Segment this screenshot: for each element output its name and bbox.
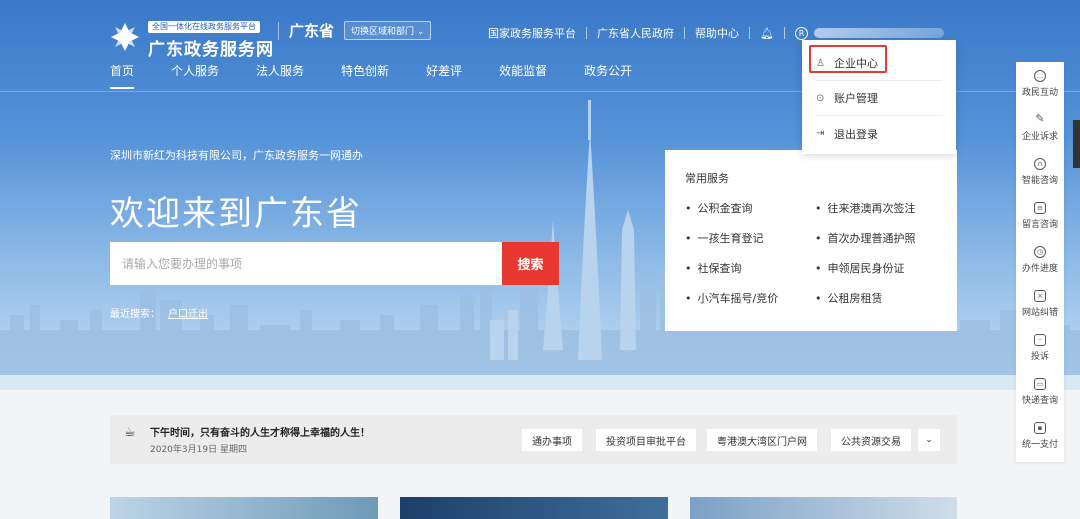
menu-item-logout[interactable]: ⇥ 退出登录 [816,116,942,151]
service-link[interactable]: 社保查询 [685,260,815,276]
toolbar-label: 政民互动 [1021,88,1058,98]
feature-card[interactable] [110,497,378,519]
site-logo[interactable]: 全国一体化在线政务服务平台 广东政务服务网 [108,14,274,60]
nav-home[interactable]: 首页 [110,62,135,89]
main-nav: 首页 个人服务 法人服务 特色创新 好差评 效能监督 政务公开 [110,62,669,89]
menu-item-label: 账户管理 [834,92,878,105]
search-button[interactable]: 搜索 [502,242,559,285]
edit-icon: ✎ [1035,112,1045,125]
recent-searches: 最近搜索： 户口迁出 [110,305,208,320]
toolbar-item-message[interactable]: ≡ 留言咨询 [1016,194,1064,238]
notice-message: 下午时间，只有奋斗的人生才称得上幸福的人生！ [150,428,370,439]
service-link[interactable]: 首次办理普通护照 [815,230,945,246]
coffee-cup-icon: ☕︎ [124,425,136,440]
notice-date: 2020年3月19日 星期四 [150,445,247,455]
toolbar-item-appeal[interactable]: ✎ 企业诉求 [1016,106,1064,150]
nav-featured-innovation[interactable]: 特色创新 [341,62,389,89]
logout-icon: ⇥ [816,128,825,139]
toolbar-item-progress[interactable]: ◷ 办件进度 [1016,238,1064,282]
region-selector: 广东省 切换区域和部门 ⌄ [278,20,432,41]
divider [278,21,279,40]
nav-service-rating[interactable]: 好差评 [426,62,462,89]
scrollbar-thumb[interactable] [1073,120,1080,168]
truck-icon: ▭ [1034,378,1046,390]
toolbar-label: 快递查询 [1021,396,1058,406]
logo-name: 广东政务服务网 [148,40,274,60]
service-link[interactable]: 往来港澳再次签注 [815,200,945,216]
recent-label: 最近搜索： [110,309,160,320]
quick-link-public-resources[interactable]: 公共资源交易 [831,429,911,451]
service-link[interactable]: 申领居民身份证 [815,260,945,276]
nav-efficiency-supervision[interactable]: 效能监督 [499,62,547,89]
logo-flower-icon [111,23,139,51]
quick-link-investment-approval[interactable]: 投资项目审批平台 [596,429,696,451]
toolbar-label: 企业诉求 [1021,132,1058,142]
user-circle-icon[interactable]: R [794,26,808,40]
toolbar-label: 统一支付 [1021,440,1058,450]
toolbar-label: 网站纠错 [1021,308,1058,318]
feature-card[interactable] [400,497,668,519]
menu-item-label: 企业中心 [834,57,878,70]
greeting-text: 深圳市新红为科技有限公司，广东政务服务一网通办 [110,149,363,162]
toolbar-label: 留言咨询 [1021,220,1058,230]
switch-region-button[interactable]: 切换区域和部门 ⌄ [344,21,432,40]
search-input[interactable] [110,242,502,285]
user-icon: ♙ [816,57,825,69]
feature-card[interactable] [690,497,957,519]
toolbar-label: 办件进度 [1021,264,1058,274]
service-link[interactable]: 小汽车摇号/竞价 [685,290,815,306]
nav-corporate-services[interactable]: 法人服务 [256,62,304,89]
toolbar-label: 投诉 [1030,352,1049,362]
nav-personal-services[interactable]: 个人服务 [171,62,219,89]
province-government-link[interactable]: 广东省人民政府 [597,25,674,41]
services-title: 常用服务 [685,172,729,185]
divider [586,27,587,39]
divider [749,27,750,39]
right-toolbar: … 政民互动 ✎ 企业诉求 ∩ 智能咨询 ≡ 留言咨询 ◷ 办件进度 × 网站纠… [1016,62,1064,462]
help-center-link[interactable]: 帮助中心 [695,25,739,41]
national-platform-link[interactable]: 国家政务服务平台 [488,25,576,41]
common-services-panel: 常用服务 公积金查询 往来港澳再次签注 一孩生育登记 首次办理普通护照 社保查询… [665,150,957,331]
service-link[interactable]: 公租房租赁 [815,290,945,306]
user-dropdown-menu: ♙ 企业中心 ⊙ 账户管理 ⇥ 退出登录 [802,40,956,154]
message-icon: ≡ [1034,202,1046,214]
username-blurred[interactable] [813,28,944,38]
hero-title: 欢迎来到广东省 [110,194,362,234]
menu-item-label: 退出登录 [834,127,878,141]
toolbar-item-error-report[interactable]: × 网站纠错 [1016,282,1064,326]
toolbar-item-complaint[interactable]: - 投诉 [1016,326,1064,370]
toolbar-item-interaction[interactable]: … 政民互动 [1016,62,1064,106]
toolbar-item-smart-consult[interactable]: ∩ 智能咨询 [1016,150,1064,194]
bell-icon[interactable]: 🔔︎ [760,27,774,40]
chat-icon: … [1034,70,1046,82]
menu-item-enterprise-center[interactable]: ♙ 企业中心 [816,46,942,81]
recent-search-link[interactable]: 户口迁出 [168,305,208,320]
quick-link-greater-bay-area[interactable]: 粤港澳大湾区门户网 [707,429,817,451]
divider [783,27,785,39]
chevron-down-icon[interactable]: ⌄ [918,429,940,451]
service-link[interactable]: 公积金查询 [685,200,815,216]
headset-icon: ∩ [1034,158,1046,170]
nav-government-affairs[interactable]: 政务公开 [584,62,632,89]
divider [684,27,685,39]
quick-link-common-matters[interactable]: 通办事项 [522,429,582,451]
payment-icon: ▪ [1034,422,1046,434]
settings-icon: ⊙ [816,92,825,104]
notice-bar: ☕︎ 下午时间，只有奋斗的人生才称得上幸福的人生！ 2020年3月19日 星期四… [110,415,957,464]
complaint-icon: - [1034,334,1046,346]
clock-icon: ◷ [1034,246,1046,258]
toolbar-item-express[interactable]: ▭ 快递查询 [1016,370,1064,414]
region-name: 广东省 [289,22,335,40]
service-link[interactable]: 一孩生育登记 [685,230,815,246]
logo-tagline: 全国一体化在线政务服务平台 [148,21,260,33]
error-report-icon: × [1034,290,1046,302]
toolbar-label: 智能咨询 [1021,176,1058,186]
menu-item-account-management[interactable]: ⊙ 账户管理 [816,81,942,116]
toolbar-item-payment[interactable]: ▪ 统一支付 [1016,414,1064,458]
top-links: 国家政务服务平台 广东省人民政府 帮助中心 🔔︎ R [488,25,944,41]
